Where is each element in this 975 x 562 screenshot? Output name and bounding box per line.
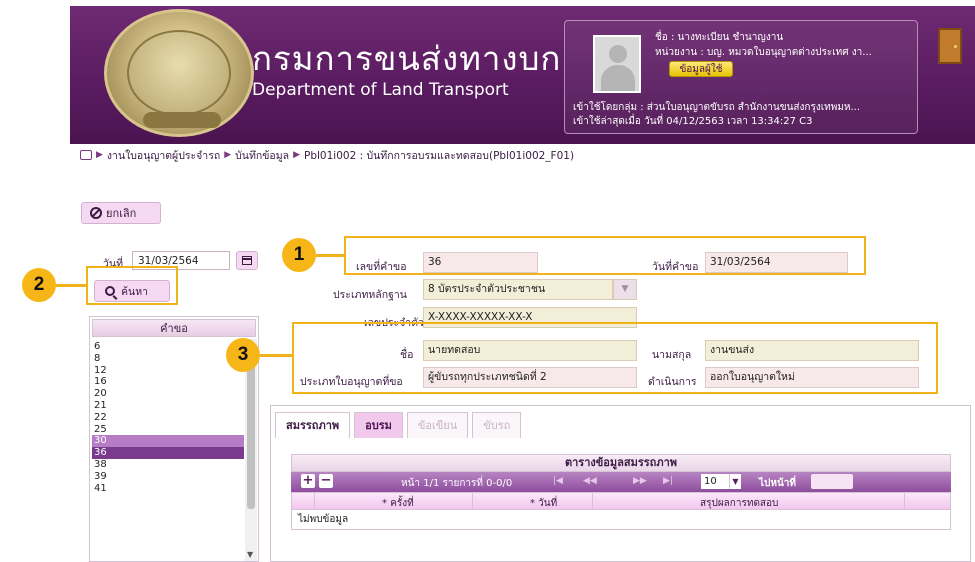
breadcrumb-item-license[interactable]: งานใบอนุญาตผู้ประจำรถ	[107, 147, 220, 164]
callout-badge-1: 1	[282, 238, 316, 272]
user-info-button[interactable]: ข้อมูลผู้ใช้	[669, 61, 733, 77]
request-no-field: 36	[423, 252, 538, 273]
ban-icon	[90, 207, 102, 219]
tab-bar: สมรรถภาพ อบรม ข้อเขียน ขับรถ	[275, 412, 522, 438]
grid-column-header: * ครั้งที่ * วันที่ สรุปผลการทดสอบ	[291, 492, 951, 510]
column-result: สรุปผลการทดสอบ	[700, 498, 779, 509]
request-no-label: เลขที่คำขอ	[356, 261, 407, 273]
cancel-button[interactable]: ยกเลิก	[81, 202, 161, 224]
logout-door-icon[interactable]	[938, 28, 962, 64]
last-name-field: งานขนส่ง	[705, 340, 919, 361]
calendar-button[interactable]	[236, 251, 258, 270]
first-name-field: นายทดสอบ	[423, 340, 637, 361]
list-item[interactable]: 38	[92, 459, 244, 471]
tab-fitness[interactable]: สมรรถภาพ	[275, 412, 351, 438]
chevron-down-icon[interactable]: ▼	[613, 279, 637, 300]
list-item[interactable]: 41	[92, 483, 244, 495]
breadcrumb-item-current: Pbl01i002 : บันทึกการอบรมและทดสอบ(Pbl01i…	[304, 149, 575, 162]
license-type-label: ประเภทใบอนุญาตที่ขอ	[300, 376, 403, 388]
user-name: ชื่อ : นางทะเบียน ชำนาญงาน	[655, 32, 784, 43]
arrow-right-icon: ▶	[224, 150, 232, 160]
page-info: หน้า 1/1 รายการที่ 0-0/0	[401, 478, 513, 489]
action-label: ดำเนินการ	[648, 376, 697, 388]
column-round: * ครั้งที่	[382, 498, 414, 509]
first-name-label: ชื่อ	[400, 349, 414, 361]
list-item[interactable]: 39	[92, 471, 244, 483]
evidence-type-select[interactable]: 8 บัตรประจำตัวประชาชน	[423, 279, 613, 300]
action-field: ออกใบอนุญาตใหม่	[705, 367, 919, 388]
chevron-down-icon[interactable]: ▼	[729, 474, 741, 489]
request-list-items: 6 8 12 16 20 21 22 25 30 36 38 39 41	[92, 341, 244, 494]
breadcrumb-item-record[interactable]: บันทึกข้อมูล	[235, 147, 289, 164]
list-item[interactable]: 6	[92, 341, 244, 353]
list-item[interactable]: 8	[92, 353, 244, 365]
user-panel: ชื่อ : นางทะเบียน ชำนาญงาน หน่วยงาน : บญ…	[564, 20, 918, 134]
tab-written[interactable]: ข้อเขียน	[406, 412, 469, 438]
callout-1-connector	[316, 254, 346, 257]
grid-pager: + − หน้า 1/1 รายการที่ 0-0/0 |◀ ◀◀ ▶▶ ▶|…	[291, 472, 951, 492]
list-item[interactable]: 16	[92, 376, 244, 388]
grid-title: ตารางข้อมูลสมรรถภาพ	[291, 454, 951, 472]
list-item[interactable]: 25	[92, 424, 244, 436]
list-item[interactable]: 30	[92, 435, 244, 448]
arrow-right-icon: ▶	[96, 150, 103, 160]
callout-badge-2: 2	[22, 268, 56, 302]
callout-2-connector	[54, 284, 88, 287]
prev-page-icon[interactable]: ◀◀	[583, 476, 597, 486]
app-header: กรมการขนส่งทางบก Department of Land Tran…	[70, 6, 975, 144]
brand-title-en: Department of Land Transport	[252, 80, 509, 100]
breadcrumb: ▶ งานใบอนุญาตผู้ประจำรถ ▶ บันทึกข้อมูล ▶…	[80, 147, 574, 163]
per-page-select[interactable]: 10	[701, 474, 729, 489]
list-scrollbar[interactable]: ▼	[245, 339, 257, 561]
license-type-field: ผู้ขับรถทุกประเภทชนิดที่ 2	[423, 367, 637, 388]
user-group: เข้าใช้โดยกลุ่ม : ส่วนใบอนุญาตขับรถ สำนั…	[573, 102, 861, 113]
request-list-header: คำขอ	[92, 319, 256, 337]
callout-badge-3: 3	[226, 338, 260, 372]
avatar	[593, 35, 641, 93]
dlt-seal-logo	[104, 9, 254, 137]
list-item[interactable]: 36	[92, 447, 244, 459]
callout-3-connector	[260, 354, 294, 357]
goto-label: ไปหน้าที่	[759, 478, 797, 489]
arrow-right-icon: ▶	[293, 150, 301, 160]
list-item[interactable]: 21	[92, 400, 244, 412]
request-date-field: 31/03/2564	[705, 252, 848, 273]
next-page-icon[interactable]: ▶▶	[633, 476, 647, 486]
grid-empty-row: ไม่พบข้อมูล	[291, 510, 951, 530]
add-row-button[interactable]: +	[301, 474, 315, 488]
callout-2-box	[86, 266, 178, 305]
last-name-label: นามสกุล	[652, 349, 692, 361]
home-icon[interactable]	[80, 150, 92, 160]
tab-panel: สมรรถภาพ อบรม ข้อเขียน ขับรถ ตารางข้อมูล…	[270, 405, 971, 562]
first-page-icon[interactable]: |◀	[553, 476, 563, 486]
list-item[interactable]: 20	[92, 388, 244, 400]
goto-page-input[interactable]	[811, 474, 853, 489]
list-item[interactable]: 22	[92, 412, 244, 424]
remove-row-button[interactable]: −	[319, 474, 333, 488]
calendar-icon	[242, 256, 252, 265]
tab-training[interactable]: อบรม	[354, 412, 403, 438]
tab-driving[interactable]: ขับรถ	[472, 412, 522, 438]
list-item[interactable]: 12	[92, 365, 244, 377]
user-department: หน่วยงาน : บญ. หมวดใบอนุญาตต่างประเทศ งา…	[655, 47, 872, 58]
cancel-label: ยกเลิก	[106, 207, 137, 220]
brand-title-th: กรมการขนส่งทางบก	[252, 39, 562, 78]
request-date-label: วันที่คำขอ	[652, 261, 699, 273]
evidence-type-label: ประเภทหลักฐาน	[333, 289, 407, 301]
user-last-login: เข้าใช้ล่าสุดเมื่อ วันที่ 04/12/2563 เวล…	[573, 116, 813, 127]
column-date: * วันที่	[530, 498, 558, 509]
last-page-icon[interactable]: ▶|	[663, 476, 673, 486]
fitness-grid: ตารางข้อมูลสมรรถภาพ + − หน้า 1/1 รายการท…	[291, 454, 951, 530]
chevron-down-icon[interactable]: ▼	[247, 550, 253, 559]
